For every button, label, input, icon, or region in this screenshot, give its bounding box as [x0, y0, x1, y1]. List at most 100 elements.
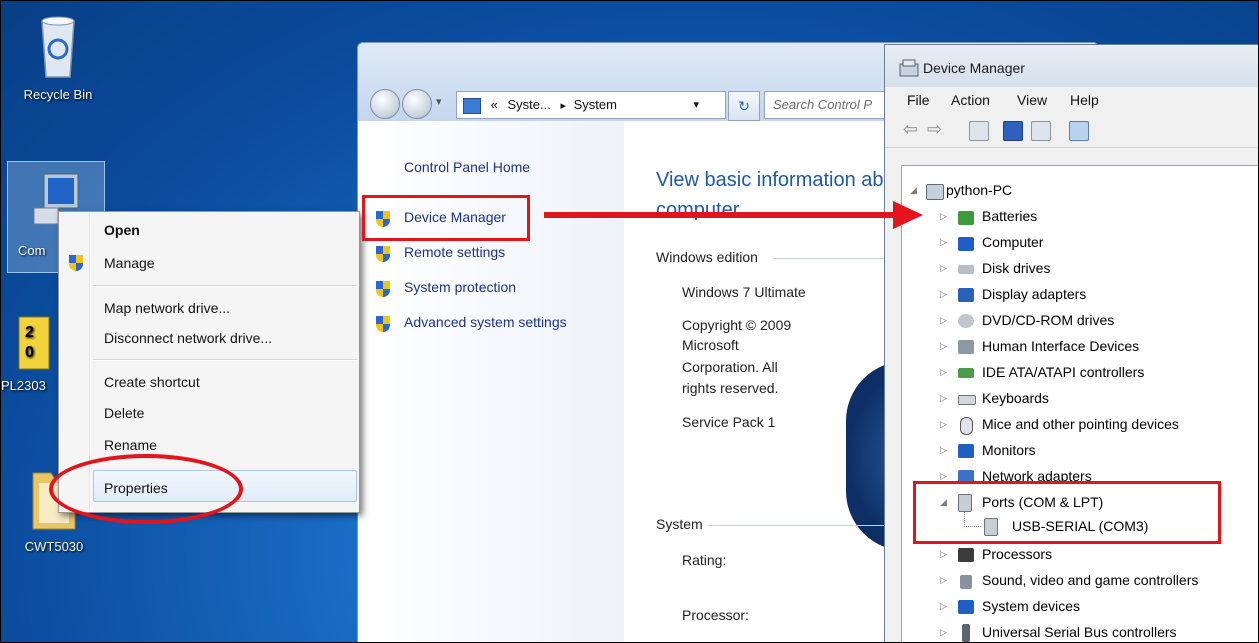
tree-node-disk-drives[interactable]: Disk drives [982, 260, 1050, 276]
pl2303-icon: 2 0 [18, 316, 50, 370]
device-manager-window: Device Manager File Action View Help ⇦ ⇨… [884, 44, 1258, 642]
tree-node-processors[interactable]: Processors [982, 546, 1052, 562]
tree-node-mice-and-other-pointing-devices[interactable]: Mice and other pointing devices [982, 416, 1179, 432]
svg-text:2: 2 [25, 324, 34, 341]
menu-help[interactable]: Help [1070, 92, 1099, 108]
expand-arrow-icon[interactable]: ▷ [940, 315, 947, 326]
shield-icon [376, 246, 390, 262]
help-icon[interactable] [1003, 121, 1023, 141]
expand-arrow-icon[interactable]: ▷ [940, 601, 947, 612]
speaker-icon [960, 575, 972, 589]
control-panel-home-link[interactable]: Control Panel Home [404, 159, 530, 175]
menu-separator [93, 285, 357, 287]
menu-file[interactable]: File [907, 92, 930, 108]
collapse-arrow-icon[interactable]: ◢ [910, 185, 917, 196]
back-arrow-icon[interactable]: ⇦ [903, 119, 918, 140]
shield-icon [376, 316, 390, 332]
system-protection-link[interactable]: System protection [404, 279, 516, 295]
expand-arrow-icon[interactable]: ▷ [940, 367, 947, 378]
menu-separator [93, 359, 357, 361]
menu-item-map-network-drive[interactable]: Map network drive... [104, 300, 230, 316]
ide-controller-icon [958, 368, 974, 378]
page-heading: View basic information ab [656, 169, 884, 191]
windows-edition-header: Windows edition [656, 249, 758, 265]
window-title: Device Manager [923, 60, 1025, 76]
breadcrumb-system[interactable]: System [574, 97, 617, 112]
page-heading-continued: computer [656, 199, 740, 221]
usb-controller-icon [962, 624, 970, 642]
expand-arrow-icon[interactable]: ▷ [940, 289, 947, 300]
expand-arrow-icon[interactable]: ▷ [940, 549, 947, 560]
svg-text:0: 0 [25, 344, 34, 361]
service-pack-value: Service Pack 1 [682, 414, 776, 430]
expand-arrow-icon[interactable]: ▷ [940, 627, 947, 638]
tree-node-keyboards[interactable]: Keyboards [982, 390, 1049, 406]
forward-button[interactable] [402, 89, 432, 119]
tree-root-python-pc[interactable]: python-PC [946, 182, 1012, 198]
refresh-button[interactable]: ↻ [728, 91, 760, 121]
disk-drive-icon [958, 265, 974, 274]
expand-arrow-icon[interactable]: ▷ [940, 237, 947, 248]
copyright-line-4: rights reserved. [682, 380, 779, 396]
expand-arrow-icon[interactable]: ▷ [940, 341, 947, 352]
shield-icon [376, 281, 390, 297]
system-section-header: System [656, 516, 703, 532]
refresh-icon: ↻ [738, 98, 750, 114]
copyright-line-2: Microsoft [682, 337, 739, 353]
copyright-line-1: Copyright © 2009 [682, 317, 792, 333]
back-button[interactable] [370, 89, 400, 119]
monitor-icon [958, 444, 974, 458]
keyboard-icon [958, 395, 976, 405]
tree-node-system-devices[interactable]: System devices [982, 598, 1080, 614]
tree-node-display-adapters[interactable]: Display adapters [982, 286, 1086, 302]
menu-item-disconnect-network-drive[interactable]: Disconnect network drive... [104, 330, 272, 346]
recycle-bin-desktop-icon[interactable]: Recycle Bin [13, 15, 103, 102]
expand-arrow-icon[interactable]: ▷ [940, 393, 947, 404]
history-dropdown[interactable]: ▾ [436, 95, 442, 108]
tree-node-computer[interactable]: Computer [982, 234, 1043, 250]
mouse-icon [960, 417, 973, 435]
tree-node-ide-ata-atapi-controllers[interactable]: IDE ATA/ATAPI controllers [982, 364, 1144, 380]
dvd-drive-icon [958, 314, 974, 328]
menu-item-open[interactable]: Open [104, 222, 140, 238]
address-overflow[interactable]: « [491, 97, 498, 112]
expand-arrow-icon[interactable]: ▷ [940, 211, 947, 222]
scan-hardware-icon[interactable] [1069, 121, 1089, 141]
tree-node-sound-video-game-controllers[interactable]: Sound, video and game controllers [982, 572, 1198, 588]
tree-node-dvd-cd-rom-drives[interactable]: DVD/CD-ROM drives [982, 312, 1114, 328]
menu-item-delete[interactable]: Delete [104, 405, 144, 421]
details-view-icon[interactable] [1031, 121, 1051, 141]
breadcrumb-system-and-security[interactable]: Syste... [507, 97, 550, 112]
properties-sheet-icon[interactable] [969, 121, 989, 141]
shield-icon [69, 255, 83, 271]
device-tree: ◢ python-PC ▷ Batteries ▷ Computer ▷ Dis… [901, 165, 1258, 642]
processor-icon [958, 548, 974, 562]
device-manager-icon [899, 59, 919, 77]
advanced-system-settings-link[interactable]: Advanced system settings [404, 314, 567, 330]
ports-highlight [913, 481, 1221, 544]
tree-node-universal-serial-bus-controllers[interactable]: Universal Serial Bus controllers [982, 624, 1177, 640]
menu-item-create-shortcut[interactable]: Create shortcut [104, 374, 200, 390]
tree-node-human-interface-devices[interactable]: Human Interface Devices [982, 338, 1139, 354]
expand-arrow-icon[interactable]: ▷ [940, 575, 947, 586]
hid-icon [958, 340, 974, 354]
batteries-icon [958, 211, 974, 225]
address-dropdown-icon[interactable]: ▾ [693, 92, 699, 118]
expand-arrow-icon[interactable]: ▷ [940, 419, 947, 430]
remote-settings-link[interactable]: Remote settings [404, 244, 505, 260]
system-devices-icon [958, 600, 974, 614]
expand-arrow-icon[interactable]: ▷ [940, 263, 947, 274]
device-manager-title-bar: Device Manager [885, 45, 1258, 87]
cwt5030-label: CWT5030 [24, 539, 84, 554]
address-bar[interactable]: « Syste... ▸ System ▾ [456, 91, 726, 119]
tree-node-monitors[interactable]: Monitors [982, 442, 1036, 458]
properties-highlight-ellipse [49, 454, 243, 524]
forward-arrow-icon[interactable]: ⇨ [927, 119, 942, 140]
tree-node-batteries[interactable]: Batteries [982, 208, 1037, 224]
menu-action[interactable]: Action [951, 92, 990, 108]
expand-arrow-icon[interactable]: ▷ [940, 445, 947, 456]
menu-view[interactable]: View [1017, 92, 1047, 108]
menu-item-rename[interactable]: Rename [104, 437, 157, 453]
breadcrumb-arrow-icon: ▸ [560, 100, 566, 112]
menu-item-manage[interactable]: Manage [104, 255, 155, 271]
